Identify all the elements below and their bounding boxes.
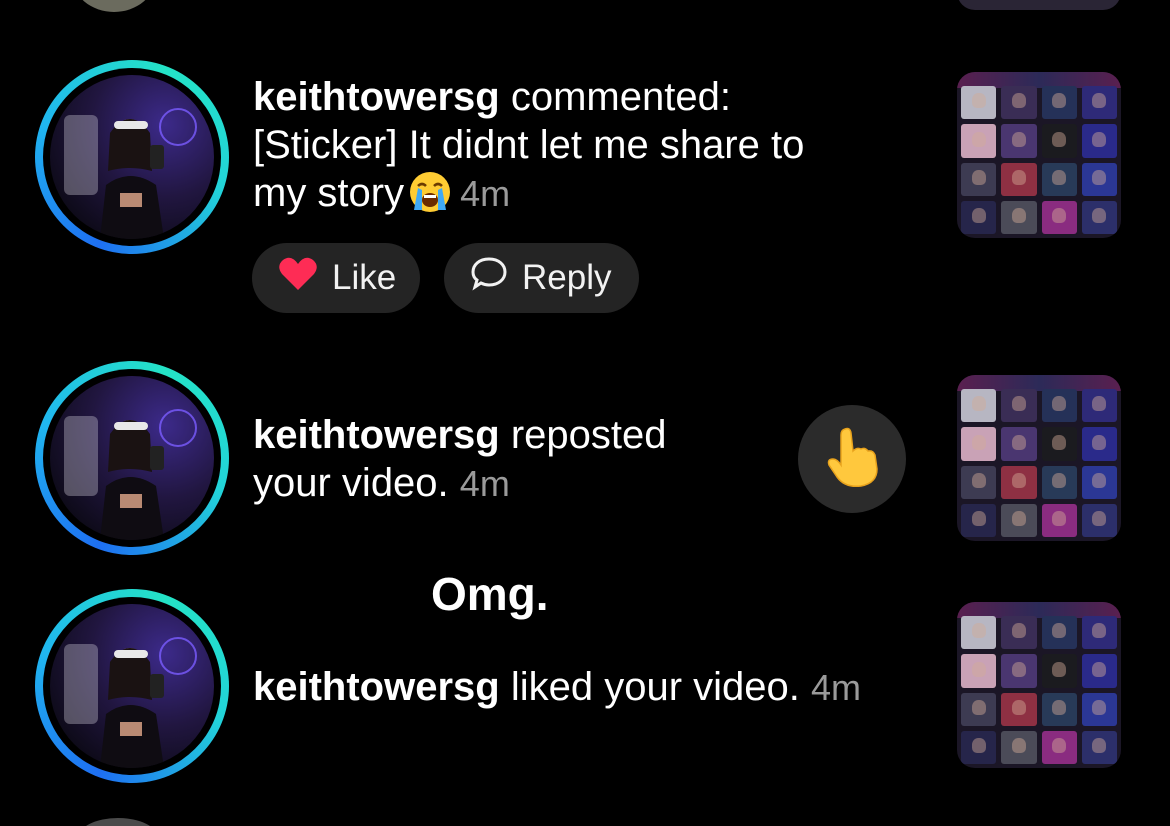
avatar-story-ring[interactable] <box>35 60 229 254</box>
avatar <box>50 75 214 239</box>
speech-bubble-icon <box>470 256 508 301</box>
like-button[interactable]: Like <box>252 243 420 313</box>
timestamp: 4m <box>459 463 510 504</box>
username[interactable]: keithtowersg <box>253 665 500 709</box>
partial-video-thumbnail-top[interactable] <box>957 0 1121 10</box>
comment-line-2: my story <box>253 171 405 215</box>
pointing-hand-icon <box>823 425 881 494</box>
notification-comment-text[interactable]: keithtowersg commented: [Sticker] It did… <box>253 73 804 218</box>
overlay-caption: Omg. <box>431 568 549 620</box>
username[interactable]: keithtowersg <box>253 413 500 457</box>
video-thumbnail[interactable] <box>957 375 1121 541</box>
notifications-screen: keithtowersg commented: [Sticker] It did… <box>0 0 1170 826</box>
comment-line-1: [Sticker] It didnt let me share to <box>253 123 805 167</box>
reply-label: Reply <box>522 258 612 297</box>
notification-repost-text[interactable]: keithtowersg reposted your video. 4m <box>253 411 667 508</box>
username[interactable]: keithtowersg <box>253 75 500 119</box>
action-text-line-2: your video. <box>253 461 449 505</box>
reply-button[interactable]: Reply <box>444 243 639 313</box>
avatar <box>50 376 214 540</box>
action-text: liked your video. <box>499 665 800 709</box>
video-thumbnail[interactable] <box>957 72 1121 238</box>
action-text: commented: <box>499 75 731 119</box>
loudly-crying-face-icon <box>408 170 452 214</box>
heart-icon <box>278 256 318 301</box>
partial-avatar-top[interactable] <box>72 0 156 12</box>
video-thumbnail[interactable] <box>957 602 1121 768</box>
repost-reaction-button[interactable] <box>798 405 906 513</box>
avatar-story-ring[interactable] <box>35 589 229 783</box>
partial-avatar-bottom[interactable] <box>78 818 158 826</box>
like-label: Like <box>332 258 397 297</box>
avatar <box>50 604 214 768</box>
avatar-story-ring[interactable] <box>35 361 229 555</box>
timestamp: 4m <box>460 173 511 214</box>
notification-like-text[interactable]: keithtowersg liked your video. 4m <box>253 663 861 712</box>
action-text: reposted <box>499 413 667 457</box>
timestamp: 4m <box>811 667 862 708</box>
